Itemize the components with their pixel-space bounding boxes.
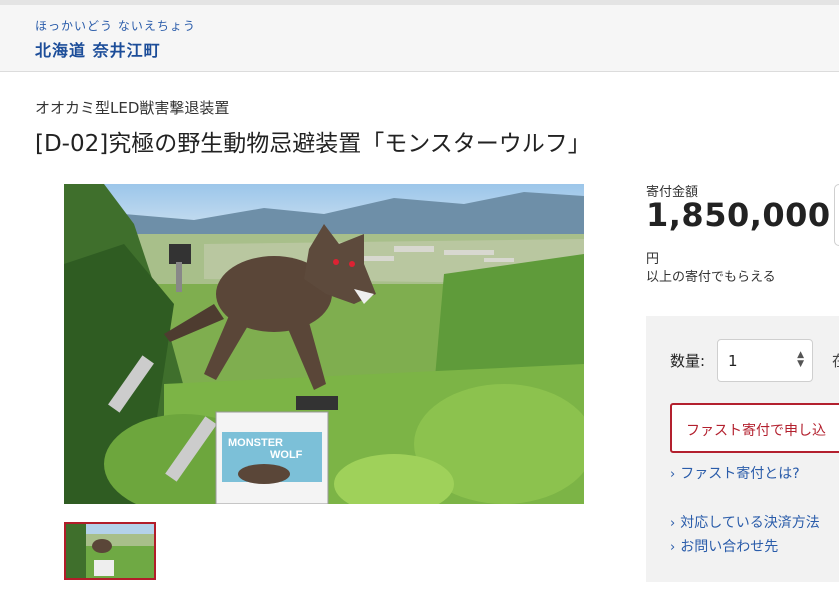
product-category: オオカミ型LED獣害撃退装置 (35, 99, 230, 117)
fast-donation-button[interactable]: ファスト寄付で申し込 (670, 403, 839, 453)
sign-wolf-text: WOLF (270, 449, 303, 461)
product-thumbnail[interactable] (64, 522, 156, 580)
sign-monster-text: MONSTER (228, 437, 283, 449)
donation-note: 以上の寄付でもらえる (646, 270, 776, 285)
stock-label: 在 (832, 350, 839, 371)
chevron-right-icon: › (670, 467, 676, 482)
fast-donation-button-label: ファスト寄付で申し込 (686, 423, 826, 439)
thumbnail-image (66, 524, 154, 578)
municipality-name-link[interactable]: 北海道 奈井江町 (35, 37, 161, 61)
chevron-right-icon: › (670, 516, 676, 531)
donation-currency-unit: 円 (646, 252, 660, 267)
what-is-fast-donation-link[interactable]: › ファスト寄付とは? (670, 463, 800, 483)
quantity-label: 数量: (670, 352, 706, 370)
payment-methods-link[interactable]: › 対応している決済方法 (670, 512, 820, 532)
product-title: [D-02]究極の野生動物忌避装置「モンスターウルフ」 (35, 131, 591, 157)
monster-wolf-photo: MONSTER WOLF (64, 184, 584, 504)
contact-link[interactable]: › お問い合わせ先 (670, 536, 778, 556)
select-arrows-icon: ▲ ▼ (797, 350, 804, 369)
quantity-value: 1 (728, 352, 738, 370)
municipality-header: ほっかいどう ないえちょう 北海道 奈井江町 (0, 0, 839, 72)
chevron-right-icon: › (670, 540, 676, 555)
quantity-select[interactable]: 1 ▲ ▼ (717, 339, 813, 382)
municipality-kana: ほっかいどう ないえちょう (35, 19, 196, 33)
favorite-box[interactable] (834, 184, 839, 246)
product-main-image[interactable]: MONSTER WOLF (64, 184, 584, 504)
donation-amount: 1,850,000 (646, 196, 831, 234)
